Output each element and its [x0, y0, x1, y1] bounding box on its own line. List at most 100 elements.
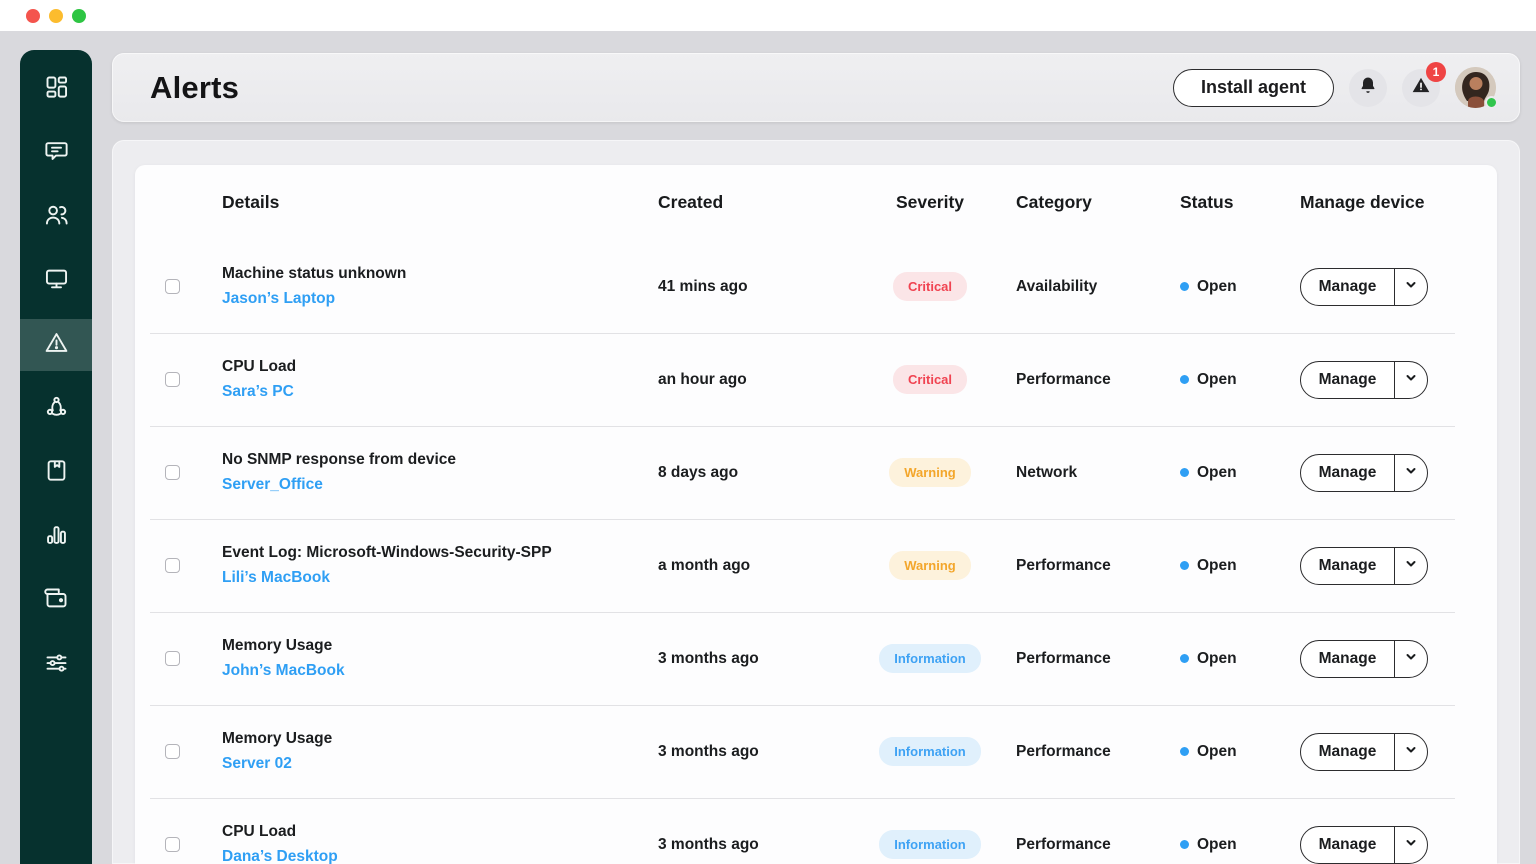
manage-button-label[interactable]: Manage: [1301, 734, 1395, 770]
manage-button[interactable]: Manage: [1300, 454, 1428, 492]
notebook-icon: [43, 457, 70, 489]
devices-icon: [43, 265, 70, 297]
status-dot: [1180, 747, 1189, 756]
manage-button-label[interactable]: Manage: [1301, 269, 1395, 305]
status-dot: [1180, 840, 1189, 849]
manage-dropdown-toggle[interactable]: [1395, 269, 1427, 305]
manage-button-label[interactable]: Manage: [1301, 827, 1395, 863]
install-agent-button[interactable]: Install agent: [1173, 69, 1334, 107]
manage-cell: Manage: [1290, 826, 1497, 864]
severity-cell: Information: [860, 644, 1000, 673]
sidebar-item-network[interactable]: [20, 383, 92, 435]
device-link[interactable]: Jason’s Laptop: [222, 290, 335, 307]
row-checkbox[interactable]: [165, 279, 180, 294]
severity-badge: Information: [879, 737, 981, 766]
category-cell: Performance: [1000, 836, 1160, 854]
manage-button[interactable]: Manage: [1300, 268, 1428, 306]
status-dot: [1180, 561, 1189, 570]
row-checkbox[interactable]: [165, 465, 180, 480]
manage-dropdown-toggle[interactable]: [1395, 548, 1427, 584]
status-cell: Open: [1160, 371, 1290, 389]
manage-cell: Manage: [1290, 547, 1497, 585]
alert-title: Machine status unknown: [222, 265, 650, 283]
sidebar-item-dashboard[interactable]: [20, 63, 92, 115]
row-details-cell: CPU Load Sara’s PC: [210, 358, 650, 401]
header-actions: Install agent 1: [1173, 67, 1496, 108]
manage-dropdown-toggle[interactable]: [1395, 827, 1427, 863]
sidebar-item-wallet[interactable]: [20, 575, 92, 627]
row-checkbox-cell: [135, 558, 210, 573]
row-checkbox[interactable]: [165, 558, 180, 573]
minimize-button[interactable]: [49, 9, 63, 23]
users-icon: [43, 201, 70, 233]
alert-title: No SNMP response from device: [222, 451, 650, 469]
sidebar-item-notebook[interactable]: [20, 447, 92, 499]
table-row: Machine status unknown Jason’s Laptop 41…: [135, 240, 1497, 333]
alert-title: Memory Usage: [222, 637, 650, 655]
severity-cell: Information: [860, 737, 1000, 766]
manage-cell: Manage: [1290, 454, 1497, 492]
sidebar-item-settings[interactable]: [20, 639, 92, 691]
row-checkbox-cell: [135, 651, 210, 666]
main-content: Details Created Severity Category Status…: [112, 140, 1520, 864]
manage-dropdown-toggle[interactable]: [1395, 641, 1427, 677]
created-cell: 3 months ago: [650, 650, 860, 668]
severity-badge: Critical: [893, 365, 967, 394]
sidebar-item-messages[interactable]: [20, 127, 92, 179]
manage-button[interactable]: Manage: [1300, 826, 1428, 864]
category-cell: Performance: [1000, 650, 1160, 668]
row-details-cell: Machine status unknown Jason’s Laptop: [210, 265, 650, 308]
maximize-button[interactable]: [72, 9, 86, 23]
device-link[interactable]: Lili’s MacBook: [222, 569, 330, 586]
status-dot: [1180, 654, 1189, 663]
manage-button[interactable]: Manage: [1300, 547, 1428, 585]
reports-icon: [43, 521, 70, 553]
created-cell: 3 months ago: [650, 836, 860, 854]
row-checkbox[interactable]: [165, 651, 180, 666]
manage-dropdown-toggle[interactable]: [1395, 455, 1427, 491]
manage-button-label[interactable]: Manage: [1301, 548, 1395, 584]
manage-button[interactable]: Manage: [1300, 361, 1428, 399]
severity-badge: Information: [879, 644, 981, 673]
device-link[interactable]: John’s MacBook: [222, 662, 345, 679]
status-label: Open: [1197, 464, 1237, 482]
device-link[interactable]: Server 02: [222, 755, 292, 772]
sidebar-item-users[interactable]: [20, 191, 92, 243]
device-link[interactable]: Sara’s PC: [222, 383, 294, 400]
device-link[interactable]: Server_Office: [222, 476, 323, 493]
chevron-down-icon: [1405, 278, 1417, 296]
category-cell: Network: [1000, 464, 1160, 482]
chevron-down-icon: [1405, 557, 1417, 575]
alert-title: CPU Load: [222, 358, 650, 376]
severity-cell: Critical: [860, 272, 1000, 301]
close-button[interactable]: [26, 9, 40, 23]
row-checkbox[interactable]: [165, 837, 180, 852]
alerts-notification-button[interactable]: 1: [1402, 69, 1440, 107]
page-title: Alerts: [150, 70, 239, 106]
row-checkbox[interactable]: [165, 372, 180, 387]
manage-button-label[interactable]: Manage: [1301, 641, 1395, 677]
notifications-button[interactable]: [1349, 69, 1387, 107]
status-label: Open: [1197, 278, 1237, 296]
category-cell: Performance: [1000, 371, 1160, 389]
row-checkbox-cell: [135, 372, 210, 387]
row-checkbox[interactable]: [165, 744, 180, 759]
created-cell: an hour ago: [650, 371, 860, 389]
manage-button[interactable]: Manage: [1300, 640, 1428, 678]
device-link[interactable]: Dana’s Desktop: [222, 848, 338, 864]
manage-button-label[interactable]: Manage: [1301, 362, 1395, 398]
manage-button[interactable]: Manage: [1300, 733, 1428, 771]
user-avatar[interactable]: [1455, 67, 1496, 108]
manage-dropdown-toggle[interactable]: [1395, 362, 1427, 398]
manage-dropdown-toggle[interactable]: [1395, 734, 1427, 770]
sidebar-item-reports[interactable]: [20, 511, 92, 563]
chevron-down-icon: [1405, 743, 1417, 761]
sidebar: [20, 50, 92, 864]
sidebar-item-devices[interactable]: [20, 255, 92, 307]
table-row: Event Log: Microsoft-Windows-Security-SP…: [135, 519, 1497, 612]
severity-cell: Information: [860, 830, 1000, 859]
severity-cell: Warning: [860, 551, 1000, 580]
manage-button-label[interactable]: Manage: [1301, 455, 1395, 491]
status-cell: Open: [1160, 743, 1290, 761]
sidebar-item-alerts[interactable]: [20, 319, 92, 371]
